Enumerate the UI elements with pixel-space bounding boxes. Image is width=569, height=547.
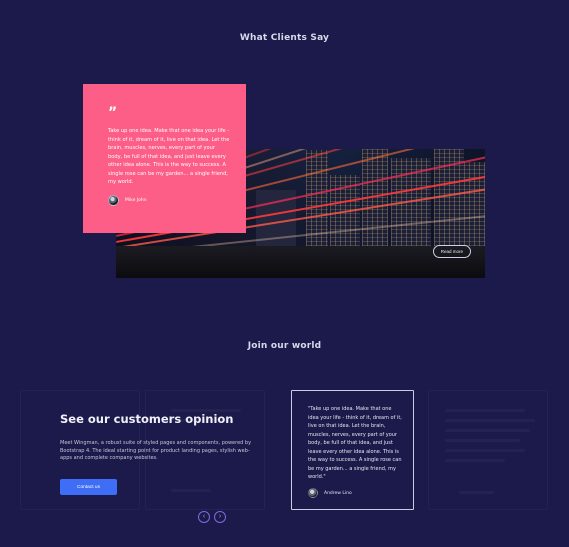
building [464, 162, 485, 250]
opinion-heading: See our customers opinion [60, 412, 234, 426]
testimonial-text: Take up one idea. Make that one idea you… [108, 128, 230, 185]
slider-testimonial-author: Andrew Lino [308, 488, 352, 498]
opinion-description: Meet Wingman, a robust suite of styled p… [60, 440, 252, 462]
quote-icon: ” [108, 105, 118, 121]
author-name: Mike John [125, 198, 147, 203]
faded-slide [428, 390, 548, 510]
join-section-title: Join our world [247, 341, 322, 351]
faded-line [171, 489, 211, 492]
slider-testimonial-card: "Take up one idea. Make that one idea yo… [291, 390, 414, 510]
slider-testimonial-text: "Take up one idea. Make that one idea yo… [308, 406, 402, 480]
testimonial-author: Mike John [108, 195, 147, 206]
faded-line [445, 439, 520, 442]
author-name: Andrew Lino [324, 490, 352, 496]
avatar [108, 195, 119, 206]
faded-line [445, 429, 530, 432]
read-more-button[interactable]: Read more [432, 245, 471, 258]
faded-line [459, 491, 494, 494]
faded-line [445, 449, 525, 452]
faded-line [445, 419, 535, 422]
chevron-left-icon[interactable]: ‹ [198, 511, 210, 523]
building [362, 149, 388, 250]
faded-line [445, 409, 525, 412]
clients-section-title: What Clients Say [239, 33, 330, 43]
road [116, 246, 485, 278]
contact-us-button[interactable]: Contact us [60, 479, 117, 495]
faded-line [445, 459, 505, 462]
avatar [308, 488, 318, 498]
featured-testimonial-card: ” Take up one idea. Make that one idea y… [83, 84, 246, 233]
chevron-right-icon[interactable]: › [214, 511, 226, 523]
